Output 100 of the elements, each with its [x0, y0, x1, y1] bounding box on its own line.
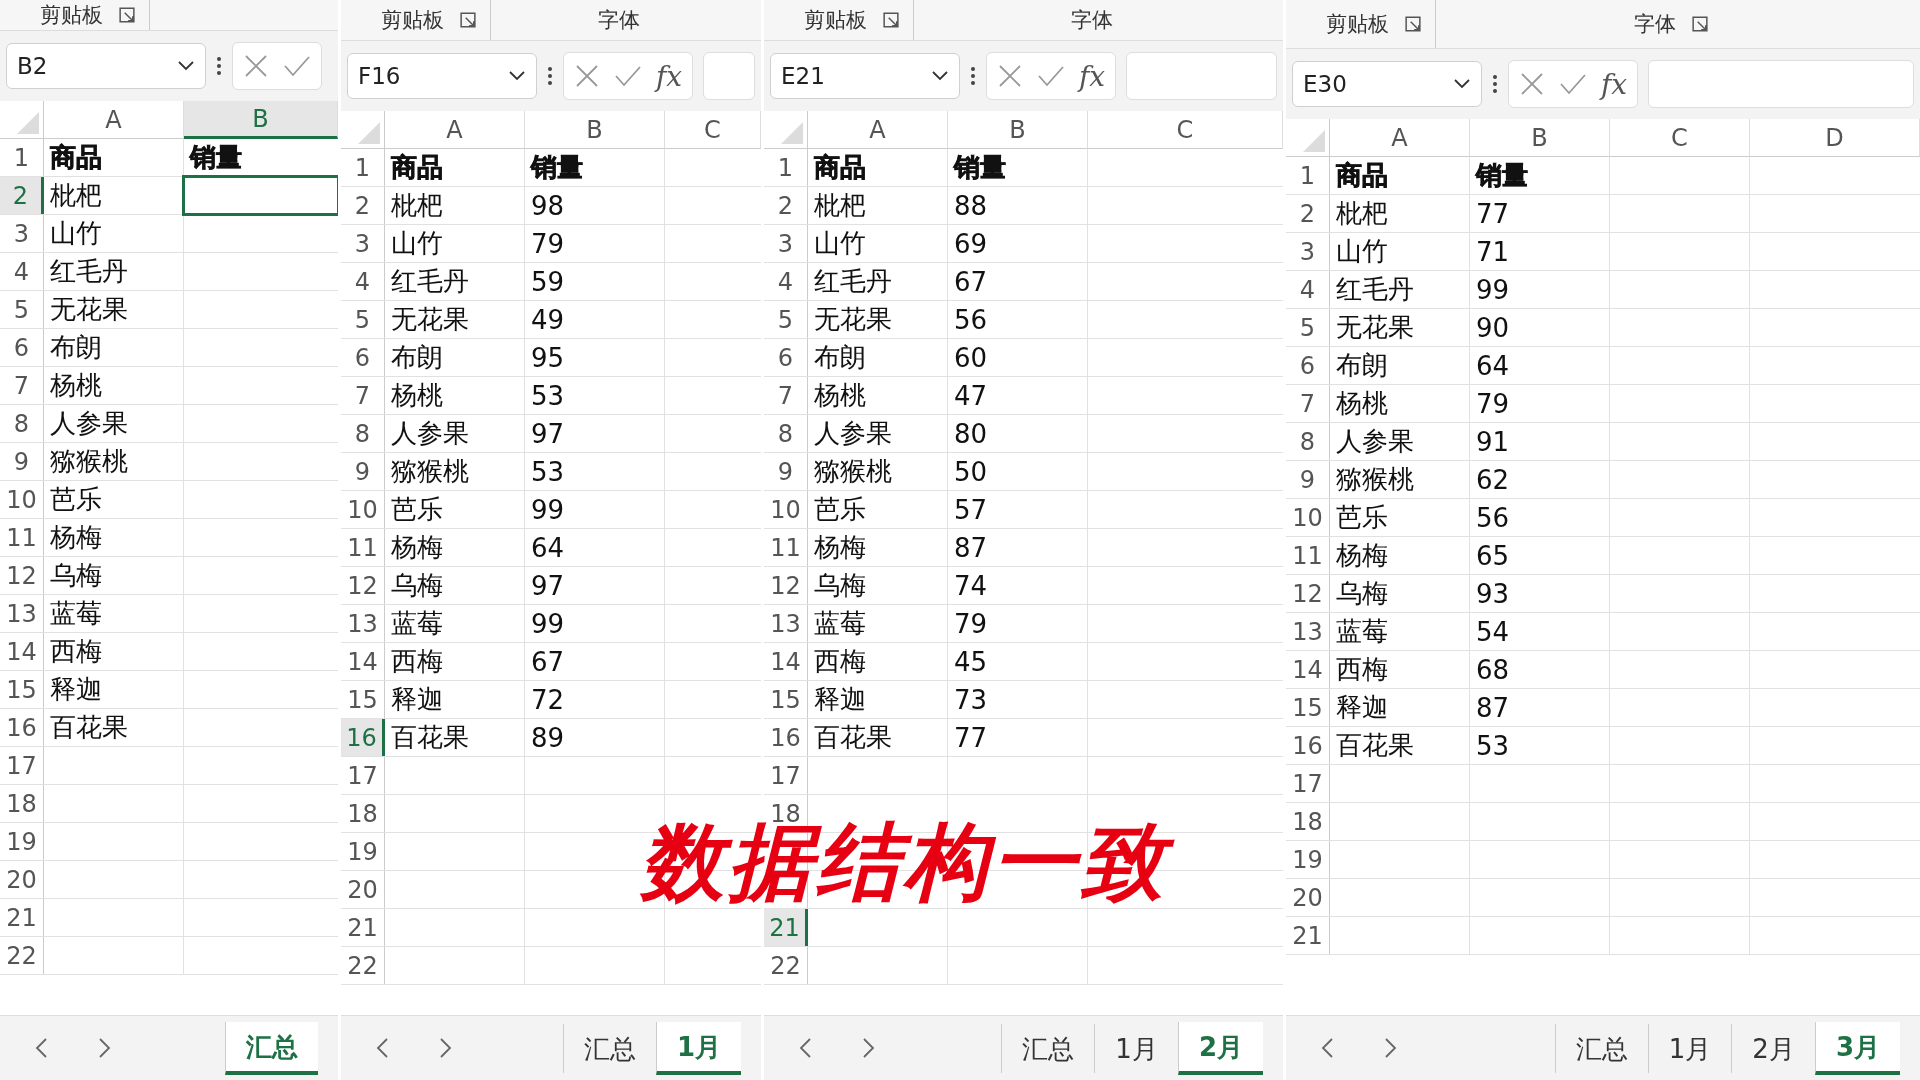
table-cell-text: 49 — [530, 303, 566, 337]
column-header[interactable]: D — [1750, 119, 1920, 157]
table-cell-text: 无花果 — [390, 303, 470, 336]
more-icon[interactable] — [216, 55, 222, 77]
table-cell-text: 商品 — [390, 151, 444, 184]
table-cell-text: 销量 — [529, 151, 584, 184]
active-cell[interactable] — [182, 175, 338, 216]
column-header[interactable]: C — [1610, 119, 1750, 157]
column-header[interactable]: A — [1330, 119, 1470, 157]
table-cell-text: 山竹 — [1335, 235, 1389, 268]
table-cell-text: 无花果 — [813, 303, 893, 336]
table-cell-text: 杨桃 — [49, 369, 103, 402]
formula-input[interactable] — [1126, 52, 1277, 100]
table-cell-text: 蓝莓 — [1335, 615, 1389, 648]
column-header[interactable]: C — [665, 111, 761, 149]
next-sheet-icon[interactable] — [862, 1037, 876, 1059]
table-cell-text: 91 — [1475, 425, 1511, 459]
name-box[interactable]: E30 — [1292, 61, 1482, 107]
table-cell-text: 54 — [1475, 615, 1511, 649]
more-icon[interactable] — [1492, 73, 1498, 95]
table-cell-text: 乌梅 — [813, 569, 867, 602]
next-sheet-icon[interactable] — [1384, 1037, 1398, 1059]
next-sheet-icon[interactable] — [439, 1037, 453, 1059]
ribbon-group-label: 字体 — [598, 7, 640, 34]
table-cell-text: 释迦 — [49, 673, 103, 706]
check-icon[interactable] — [1559, 73, 1587, 95]
check-icon[interactable] — [1037, 65, 1065, 87]
previous-sheet-icon[interactable] — [1320, 1037, 1334, 1059]
column-header[interactable]: A — [385, 111, 525, 149]
table-cell-text: 53 — [530, 455, 566, 489]
table-cell-text: 商品 — [813, 151, 867, 184]
table-cell-text: 62 — [1475, 463, 1511, 497]
table-cell-text: 销量 — [1474, 159, 1529, 192]
row-header[interactable]: 21 — [764, 909, 808, 946]
sheet-tab[interactable]: 3月 — [1814, 1021, 1900, 1075]
column-header[interactable]: A — [44, 101, 184, 139]
table-cell-text: 红毛丹 — [390, 265, 470, 298]
column-header[interactable]: B — [184, 101, 338, 139]
table-cell-text: 乌梅 — [1335, 577, 1389, 610]
previous-sheet-icon[interactable] — [798, 1037, 812, 1059]
table-cell-text: 枇杷 — [813, 189, 867, 222]
cancel-icon[interactable] — [997, 63, 1023, 89]
column-header[interactable]: B — [525, 111, 665, 149]
dialog-launcher-icon[interactable] — [460, 12, 476, 28]
table-cell-text: 69 — [953, 227, 989, 261]
check-icon[interactable] — [283, 55, 311, 77]
more-icon[interactable] — [547, 65, 553, 87]
sheet-tab[interactable]: 2月 — [1177, 1021, 1263, 1075]
sheet-tab[interactable]: 2月 — [1731, 1023, 1815, 1073]
column-header[interactable]: A — [808, 111, 948, 149]
formula-input[interactable] — [1648, 60, 1914, 108]
name-box[interactable]: E21 — [770, 53, 960, 99]
sheet-tab[interactable]: 1月 — [655, 1021, 741, 1075]
table-cell-text: 50 — [953, 455, 989, 489]
insert-function-button[interactable]: fx — [656, 59, 683, 93]
dialog-launcher-icon[interactable] — [119, 7, 135, 23]
table-cell-text: 布朗 — [49, 331, 103, 364]
sheet-tab[interactable]: 1月 — [1647, 1023, 1732, 1073]
column-header[interactable]: C — [1088, 111, 1283, 149]
sheet-tab[interactable]: 汇总 — [562, 1023, 656, 1073]
previous-sheet-icon[interactable] — [34, 1037, 48, 1059]
cancel-icon[interactable] — [1519, 71, 1545, 97]
table-cell-text: 枇杷 — [390, 189, 444, 222]
cancel-icon[interactable] — [574, 63, 600, 89]
check-icon[interactable] — [614, 65, 642, 87]
name-box[interactable]: B2 — [6, 43, 206, 89]
dialog-launcher-icon[interactable] — [883, 12, 899, 28]
sheet-tab[interactable]: 1月 — [1094, 1023, 1178, 1073]
column-header[interactable]: B — [948, 111, 1088, 149]
dialog-launcher-icon[interactable] — [1405, 16, 1421, 32]
table-cell-text: 杨梅 — [49, 521, 103, 554]
cancel-icon[interactable] — [243, 53, 269, 79]
sheet-tab[interactable]: 汇总 — [1001, 1023, 1095, 1073]
row-header[interactable]: 2 — [0, 177, 44, 214]
more-icon[interactable] — [970, 65, 976, 87]
table-cell-text: 79 — [1475, 387, 1511, 421]
table-cell-text: 西梅 — [813, 645, 867, 678]
table-cell-text: 西梅 — [1335, 653, 1389, 686]
table-cell-text: 95 — [530, 341, 566, 375]
table-cell-text: 73 — [953, 683, 989, 717]
insert-function-button[interactable]: fx — [1601, 67, 1628, 101]
name-box[interactable]: F16 — [347, 53, 537, 99]
next-sheet-icon[interactable] — [98, 1037, 112, 1059]
insert-function-button[interactable]: fx — [1079, 59, 1106, 93]
sheet-tab[interactable]: 汇总 — [225, 1021, 318, 1075]
table-cell-text: 猕猴桃 — [49, 445, 129, 478]
table-cell-text: 53 — [530, 379, 566, 413]
table-cell-text: 杨桃 — [1335, 387, 1389, 420]
previous-sheet-icon[interactable] — [375, 1037, 389, 1059]
table-cell-text: 99 — [1475, 273, 1511, 307]
row-header[interactable]: 16 — [341, 719, 385, 756]
column-header[interactable]: B — [1470, 119, 1610, 157]
table-cell-text: 56 — [1475, 501, 1511, 535]
table-cell-text: 53 — [1475, 729, 1511, 763]
table-cell-text: 57 — [953, 493, 989, 527]
table-cell-text: 杨梅 — [1335, 539, 1389, 572]
dialog-launcher-icon[interactable] — [1692, 16, 1708, 32]
table-cell-text: 67 — [530, 645, 566, 679]
formula-input[interactable] — [703, 52, 755, 100]
sheet-tab[interactable]: 汇总 — [1554, 1023, 1648, 1073]
